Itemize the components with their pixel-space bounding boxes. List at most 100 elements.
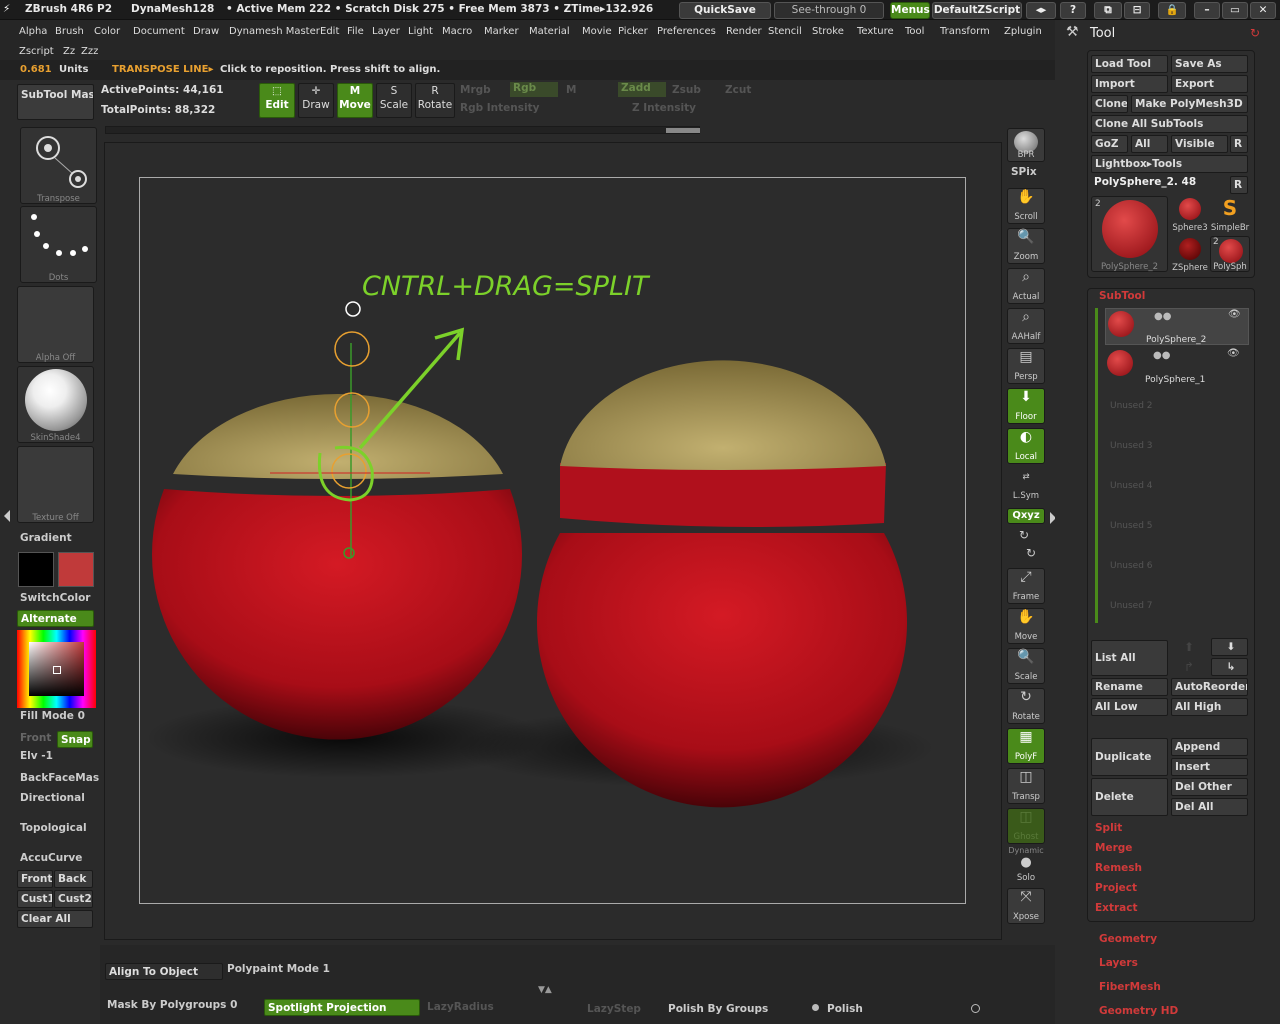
tool-thumb-sphere3[interactable]: Sphere3 [1171, 196, 1209, 233]
extract-subpalette[interactable]: Extract [1095, 902, 1137, 914]
z-rotation-icon[interactable]: ↻ [1026, 546, 1036, 560]
fill-mode-slider[interactable]: Fill Mode 0 [20, 710, 85, 722]
elevation-slider[interactable]: Elv -1 [20, 750, 53, 762]
frame-button[interactable]: ⤢ Frame [1007, 568, 1045, 604]
primary-color-swatch[interactable] [18, 552, 54, 587]
make-polymesh-button[interactable]: Make PolyMesh3D [1131, 95, 1248, 113]
dots-stroke-thumb[interactable]: Dots [20, 206, 97, 283]
duplicate-button[interactable]: Duplicate [1091, 738, 1168, 776]
tool-thumb-simplebrush[interactable]: S SimpleBr [1210, 196, 1250, 233]
color-picker[interactable] [17, 630, 96, 708]
current-tool-r-button[interactable]: R [1230, 176, 1248, 194]
menu-color[interactable]: Color [94, 26, 120, 37]
back-view-button[interactable]: Back [54, 870, 93, 888]
rotate-view-button[interactable]: ↻ Rotate [1007, 688, 1045, 724]
rename-button[interactable]: Rename [1091, 678, 1168, 696]
front-view-button[interactable]: Front [17, 870, 53, 888]
sphere-right-cap[interactable] [560, 360, 886, 470]
autoreorder-button[interactable]: AutoReorder [1171, 678, 1248, 696]
tool-thumb-zsphere[interactable]: ZSphere [1171, 236, 1209, 273]
merge-subpalette[interactable]: Merge [1095, 842, 1132, 854]
clone-button[interactable]: Clone [1091, 95, 1128, 113]
polish-by-groups-slider[interactable]: Polish By Groups [668, 1003, 768, 1015]
mrgb-button[interactable]: Mrgb [460, 84, 491, 96]
close-icon[interactable]: ✕ [1250, 2, 1276, 19]
subtool-toggle-icon[interactable]: ●● [1154, 311, 1171, 322]
goz-all-button[interactable]: All [1131, 135, 1168, 153]
zadd-button[interactable]: Zadd [618, 82, 666, 97]
menu-file[interactable]: File [347, 26, 364, 37]
layers-subpalette[interactable]: Layers [1099, 957, 1138, 969]
export-button[interactable]: Export [1171, 75, 1248, 93]
polish-slider[interactable]: Polish [827, 1003, 863, 1015]
move-view-button[interactable]: ✋ Move [1007, 608, 1045, 644]
y-rotation-icon[interactable]: ↻ [1019, 528, 1029, 542]
sphere-right-band[interactable] [560, 463, 886, 527]
menu-transform[interactable]: Transform [940, 26, 990, 37]
transp-button[interactable]: ◫ Transp [1007, 768, 1045, 804]
edit-button[interactable]: ⬚ Edit [259, 83, 295, 118]
split-subpalette[interactable]: Split [1095, 822, 1122, 834]
menu-zz[interactable]: Zz [63, 46, 75, 57]
material-thumb[interactable]: SkinShade4 [17, 366, 94, 443]
m-button[interactable]: M [566, 84, 576, 96]
subtool-scrollbar[interactable] [1095, 308, 1098, 623]
layout-icon[interactable]: ⧉ [1094, 2, 1122, 19]
local-button[interactable]: ◐ Local [1007, 428, 1045, 464]
zsub-button[interactable]: Zsub [672, 84, 701, 96]
xyz-rotation-button[interactable]: Qxyz [1007, 508, 1045, 524]
load-tool-button[interactable]: Load Tool [1091, 55, 1168, 73]
menu-picker[interactable]: Picker [618, 26, 648, 37]
eye-icon[interactable]: 👁 [1228, 309, 1241, 320]
menu-stroke[interactable]: Stroke [812, 26, 844, 37]
project-subpalette[interactable]: Project [1095, 882, 1137, 894]
shelf-collapse-icon[interactable]: ▼▲ [538, 985, 552, 995]
subtool-item-polysphere2[interactable]: ●● 👁 PolySphere_2 [1105, 308, 1249, 345]
secondary-color-swatch[interactable] [58, 552, 94, 587]
z-intensity-slider[interactable]: Z Intensity [632, 102, 696, 114]
menu-layer[interactable]: Layer [372, 26, 400, 37]
refresh-icon[interactable]: ↻ [1250, 26, 1260, 40]
scroll-button[interactable]: ✋ Scroll [1007, 188, 1045, 224]
goz-r-button[interactable]: R [1230, 135, 1248, 153]
menu-document[interactable]: Document [133, 26, 185, 37]
subtool-toggle-icon[interactable]: ●● [1153, 350, 1170, 361]
menu-alpha[interactable]: Alpha [19, 26, 47, 37]
directional-button[interactable]: Directional [20, 792, 85, 804]
lsym-button[interactable]: ⇄ L.Sym [1007, 472, 1045, 502]
menu-texture[interactable]: Texture [857, 26, 894, 37]
subtool-header[interactable]: SubTool [1099, 290, 1145, 302]
transpose-start-handle[interactable] [334, 331, 370, 367]
menu-zscript[interactable]: Zscript [19, 46, 54, 57]
palette-icon[interactable]: ⊟ [1124, 2, 1150, 19]
default-zscript-button[interactable]: DefaultZScript [932, 2, 1022, 19]
lazystep-slider[interactable]: LazyStep [587, 1003, 641, 1015]
spotlight-projection-button[interactable]: Spotlight Projection [264, 999, 420, 1016]
subtool-item-polysphere1[interactable]: ●● 👁 PolySphere_1 [1105, 348, 1249, 385]
polish-circle-icon[interactable] [971, 1004, 980, 1013]
solo-button[interactable]: Dynamic ● Solo [1007, 846, 1045, 884]
move-right-icon[interactable]: ↳ [1211, 658, 1248, 676]
front-button[interactable]: Front [20, 732, 51, 744]
rgb-button[interactable]: Rgb [510, 82, 558, 97]
del-all-button[interactable]: Del All [1171, 798, 1248, 816]
left-tray-arrow-icon[interactable] [4, 510, 10, 522]
lock-icon[interactable]: 🔒 [1158, 2, 1186, 19]
menu-preferences[interactable]: Preferences [657, 26, 716, 37]
menu-draw[interactable]: Draw [193, 26, 219, 37]
accucurve-button[interactable]: AccuCurve [20, 852, 82, 864]
document-frame[interactable]: CNTRL+DRAG=SPLIT [139, 177, 966, 904]
tool-thumb-polysph[interactable]: 2 PolySph [1210, 236, 1250, 272]
menu-zzz[interactable]: Zzz [81, 46, 98, 57]
insert-button[interactable]: Insert [1171, 758, 1248, 776]
help-icon[interactable]: ? [1060, 2, 1086, 19]
del-other-button[interactable]: Del Other [1171, 778, 1248, 796]
gradient-label[interactable]: Gradient [20, 532, 72, 544]
delete-button[interactable]: Delete [1091, 778, 1168, 816]
cust2-button[interactable]: Cust2 [54, 890, 93, 908]
zoom-button[interactable]: 🔍 Zoom [1007, 228, 1045, 264]
rgb-intensity-slider[interactable]: Rgb Intensity [460, 102, 539, 114]
see-through-slider[interactable]: See-through 0 [774, 2, 884, 19]
backface-mask-button[interactable]: BackFaceMas [20, 772, 99, 784]
aahalf-button[interactable]: ⌕ AAHalf [1007, 308, 1045, 344]
